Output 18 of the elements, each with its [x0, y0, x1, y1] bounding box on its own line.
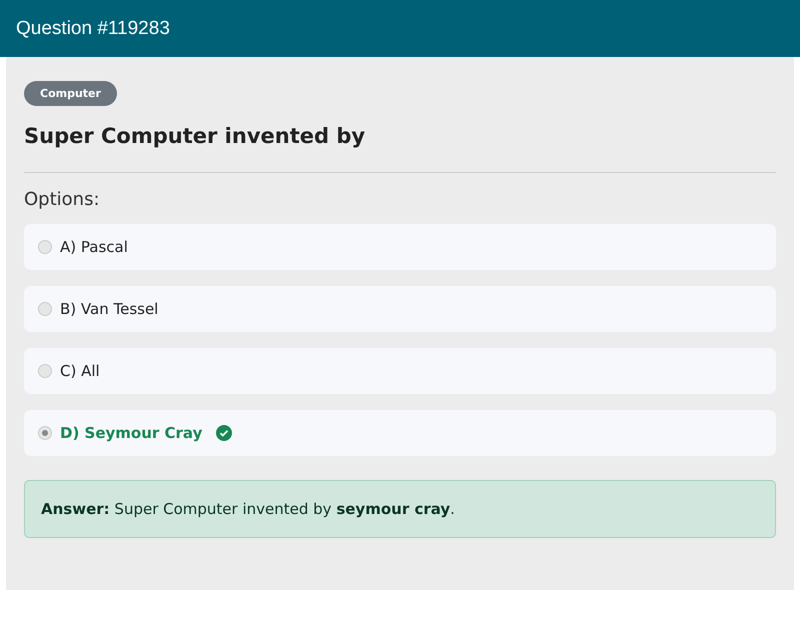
- page-title: Question #119283: [16, 18, 170, 40]
- option-label: A) Pascal: [60, 238, 128, 256]
- category-tag: Computer: [24, 81, 117, 106]
- check-circle-icon: [216, 425, 232, 441]
- option-label: C) All: [60, 362, 100, 380]
- option-card[interactable]: A) Pascal: [24, 224, 776, 270]
- answer-text: Answer: Super Computer invented by seymour cray.: [41, 500, 455, 518]
- option-card[interactable]: B) Van Tessel: [24, 286, 776, 332]
- radio-button[interactable]: [38, 302, 52, 316]
- radio-button[interactable]: [38, 426, 52, 440]
- radio-button[interactable]: [38, 364, 52, 378]
- radio-button[interactable]: [38, 240, 52, 254]
- options-heading: Options:: [24, 189, 101, 210]
- option-label: D) Seymour Cray: [60, 424, 202, 442]
- option-card[interactable]: C) All: [24, 348, 776, 394]
- option-label: B) Van Tessel: [60, 300, 158, 318]
- option-card[interactable]: D) Seymour Cray: [24, 410, 776, 456]
- question-text: Super Computer invented by: [24, 124, 366, 148]
